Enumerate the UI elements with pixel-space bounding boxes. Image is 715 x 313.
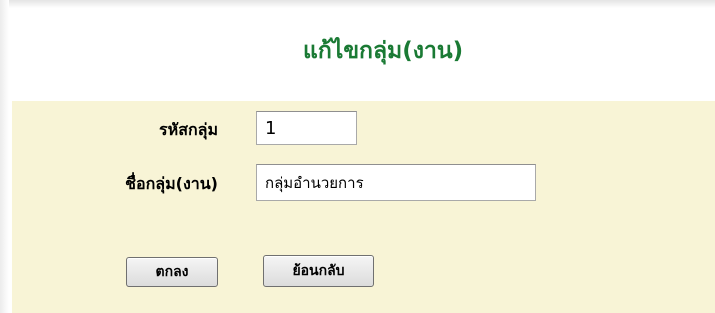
page-title: แก้ไขกลุ่ม(งาน) (303, 38, 464, 64)
ok-button[interactable]: ตกลง (126, 257, 218, 287)
group-name-label: ชื่อกลุ่ม(งาน) (125, 174, 218, 193)
group-code-field[interactable] (256, 111, 357, 145)
group-code-label: รหัสกลุ่ม (159, 120, 218, 139)
left-shadow (0, 0, 9, 313)
edit-group-page: แก้ไขกลุ่ม(งาน) รหัสกลุ่ม ชื่อกลุ่ม(งาน)… (0, 0, 715, 313)
group-name-field[interactable] (256, 164, 536, 201)
top-shadow (0, 0, 715, 8)
back-button[interactable]: ย้อนกลับ (263, 255, 374, 287)
